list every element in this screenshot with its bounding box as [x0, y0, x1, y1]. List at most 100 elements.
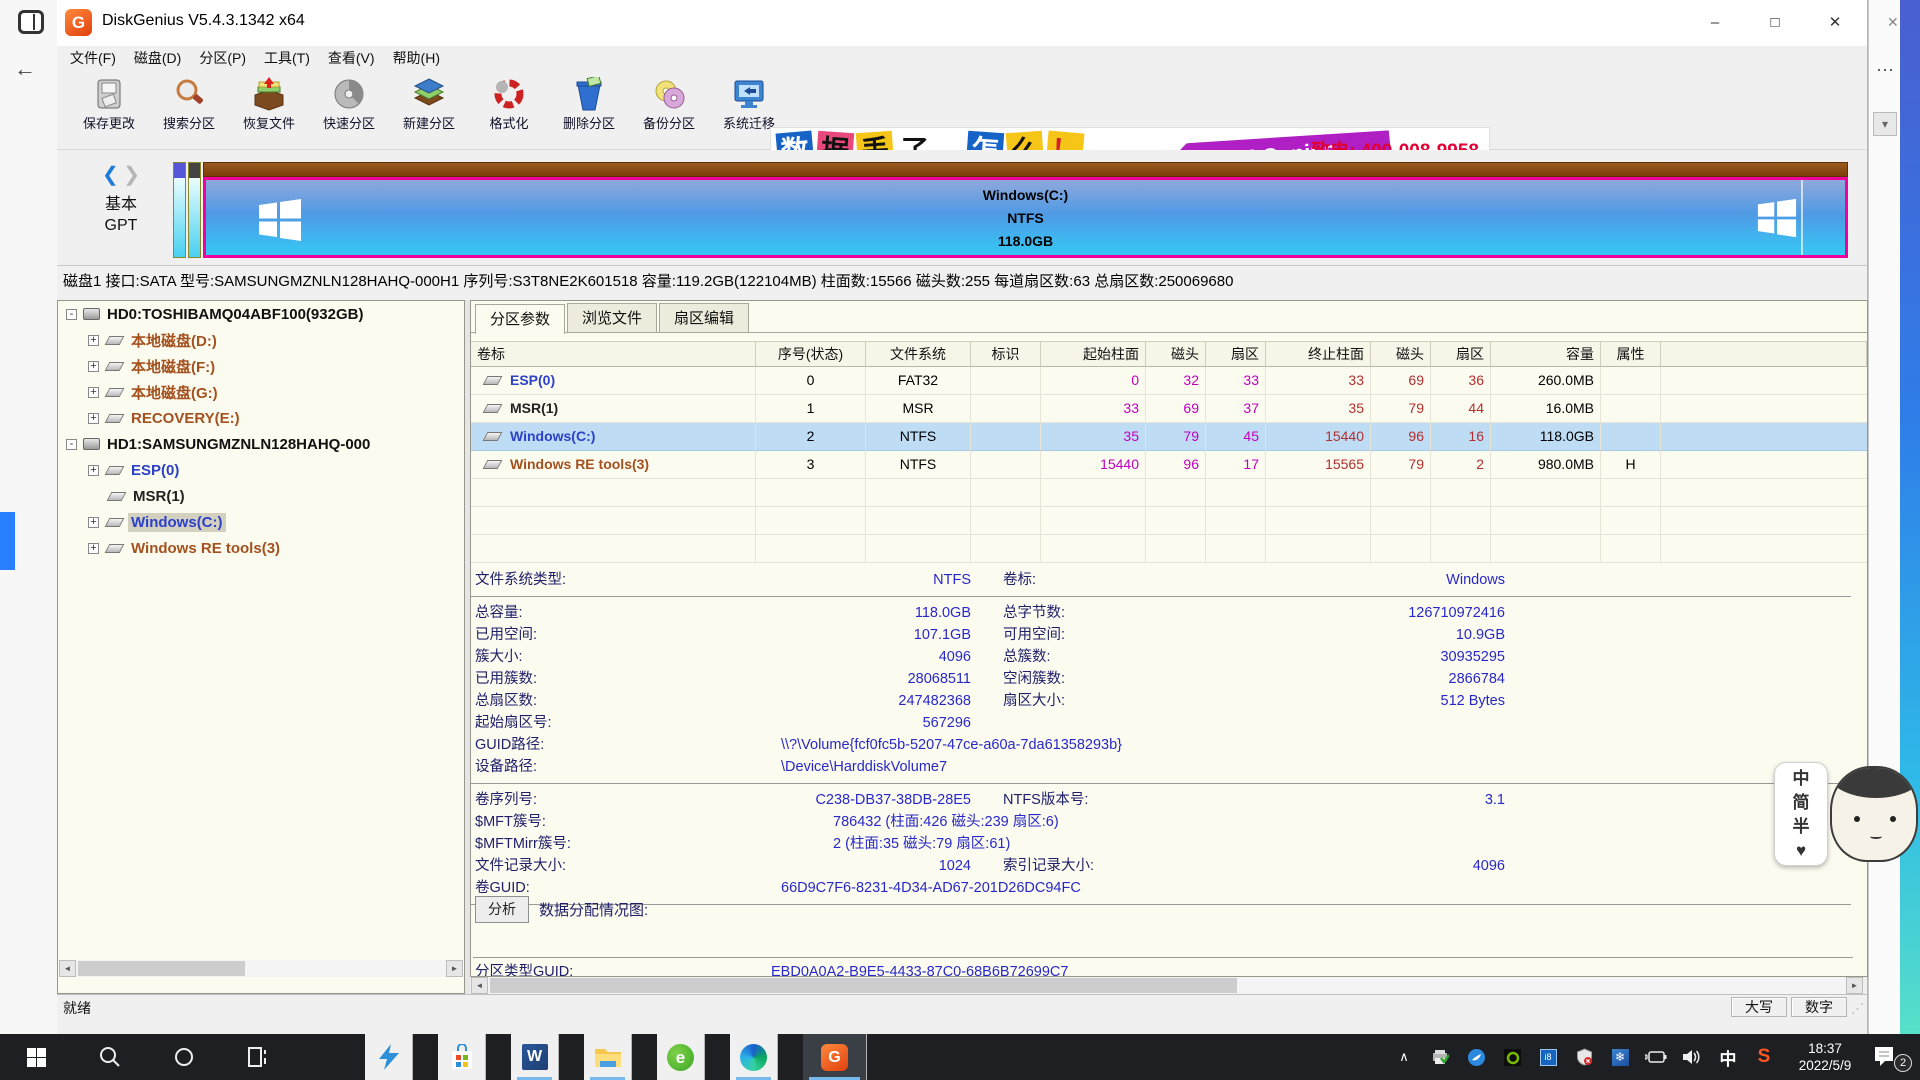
expand-icon[interactable]: +	[88, 543, 99, 554]
partition-icon	[483, 460, 503, 469]
tree-item-local-f[interactable]: + 本地磁盘(F:)	[58, 353, 464, 379]
quick-partition-button[interactable]: 快速分区	[309, 75, 389, 147]
expand-icon[interactable]: +	[88, 517, 99, 528]
menu-partition[interactable]: 分区(P)	[190, 46, 255, 71]
volume-icon[interactable]	[1674, 1034, 1710, 1080]
security-shield-icon[interactable]	[1566, 1034, 1602, 1080]
divider	[471, 778, 1851, 784]
taskbar-clock[interactable]: 18:37 2022/5/9	[1782, 1040, 1868, 1074]
menu-disk[interactable]: 磁盘(D)	[125, 46, 190, 71]
ime-toolbar[interactable]: 中 简 半 ♥	[1774, 762, 1828, 866]
bg-close-icon[interactable]: ✕	[1887, 14, 1899, 31]
sogou-icon[interactable]: S	[1746, 1034, 1782, 1080]
esp-partition-strip[interactable]	[173, 162, 186, 258]
expand-icon[interactable]: +	[88, 335, 99, 346]
save-changes-button[interactable]: 保存更改	[69, 75, 149, 147]
cortana-button[interactable]	[160, 1034, 208, 1080]
partition-icon	[105, 414, 125, 423]
collapse-icon[interactable]: -	[66, 309, 77, 320]
task-view-button[interactable]	[234, 1034, 282, 1080]
tab-browse-files[interactable]: 浏览文件	[567, 303, 657, 332]
resize-grip[interactable]: ⋰	[1851, 1001, 1864, 1017]
tab-sector-edit[interactable]: 扇区编辑	[659, 303, 749, 332]
close-button[interactable]: ✕	[1805, 0, 1865, 46]
table-row-windows-c[interactable]: Windows(C:) 2 NTFS 35 79 45 15440 96 16 …	[471, 423, 1867, 451]
ime-mode-cn[interactable]: 中	[1775, 767, 1827, 791]
dropdown-icon[interactable]: ▾	[1873, 112, 1897, 136]
tree-item-hd1[interactable]: - HD1:SAMSUNGMZNLN128HAHQ-000	[58, 431, 464, 457]
ime-float-widget[interactable]: 中 简 半 ♥	[1770, 758, 1920, 873]
analyze-button[interactable]: 分析	[475, 896, 529, 923]
expand-icon[interactable]: +	[88, 387, 99, 398]
ime-indicator[interactable]: 中	[1710, 1034, 1746, 1080]
numlock-indicator: 数字	[1791, 997, 1847, 1017]
scroll-right-icon[interactable]: ►	[446, 960, 463, 977]
taskbar-word-app[interactable]: W	[511, 1034, 559, 1080]
search-partition-button[interactable]: 搜索分区	[149, 75, 229, 147]
printer-tray-icon[interactable]	[1422, 1034, 1458, 1080]
scroll-left-icon[interactable]: ◄	[59, 960, 76, 977]
minimize-button[interactable]: –	[1685, 0, 1745, 46]
snowflake-tray-icon[interactable]: ❄	[1602, 1034, 1638, 1080]
prev-disk-icon[interactable]: ❮	[102, 164, 119, 186]
format-button[interactable]: 格式化	[469, 75, 549, 147]
taskbar-360browser-app[interactable]: e	[657, 1034, 705, 1080]
tray-expand-icon[interactable]: ∧	[1386, 1034, 1422, 1080]
delete-partition-button[interactable]: 删除分区	[549, 75, 629, 147]
pane-horizontal-scrollbar[interactable]: ◄ ►	[471, 977, 1863, 994]
scroll-thumb[interactable]	[78, 961, 245, 976]
taskbar-edge-app[interactable]	[730, 1034, 778, 1080]
window-title: DiskGenius V5.4.3.1342 x64	[102, 12, 305, 30]
tree-item-local-g[interactable]: + 本地磁盘(G:)	[58, 379, 464, 405]
taskbar-diskgenius-app[interactable]: G	[803, 1034, 867, 1080]
tree-item-local-d[interactable]: + 本地磁盘(D:)	[58, 327, 464, 353]
tree-item-esp[interactable]: + ESP(0)	[58, 457, 464, 483]
menu-help[interactable]: 帮助(H)	[384, 46, 449, 71]
menu-view[interactable]: 查看(V)	[319, 46, 384, 71]
menu-file[interactable]: 文件(F)	[61, 46, 125, 71]
notification-center-button[interactable]: 2	[1868, 1034, 1920, 1080]
more-icon[interactable]: ⋯	[1876, 60, 1894, 81]
recover-files-button[interactable]: 恢复文件	[229, 75, 309, 147]
new-partition-button[interactable]: 新建分区	[389, 75, 469, 147]
start-button[interactable]	[12, 1034, 60, 1080]
power-tray-icon[interactable]	[1638, 1034, 1674, 1080]
taskbar-store-app[interactable]	[438, 1034, 486, 1080]
expand-icon[interactable]: +	[88, 465, 99, 476]
expand-icon[interactable]: +	[88, 361, 99, 372]
disk-icon	[83, 438, 100, 450]
tree-item-msr[interactable]: MSR(1)	[58, 483, 464, 509]
scroll-thumb[interactable]	[490, 978, 1237, 993]
backup-partition-button[interactable]: 备份分区	[629, 75, 709, 147]
scroll-left-icon[interactable]: ◄	[471, 977, 488, 994]
nvidia-tray-icon[interactable]	[1494, 1034, 1530, 1080]
expand-icon[interactable]: +	[88, 413, 99, 424]
taskbar-explorer-app[interactable]	[584, 1034, 632, 1080]
windows-c-partition-box[interactable]: Windows(C:) NTFS 118.0GB	[203, 177, 1848, 258]
partition-detail-pane: 分区参数 浏览文件 扇区编辑 卷标 序号(状态) 文件系统 标识 起始柱面 磁头…	[470, 300, 1868, 977]
heart-icon[interactable]: ♥	[1775, 839, 1827, 863]
table-row-windows-re[interactable]: Windows RE tools(3) 3 NTFS 15440 96 17 1…	[471, 451, 1867, 479]
menu-tools[interactable]: 工具(T)	[255, 46, 319, 71]
bird-tray-icon[interactable]	[1458, 1034, 1494, 1080]
table-row-esp[interactable]: ESP(0) 0 FAT32 0 32 33 33 69 36 260.0MB	[471, 367, 1867, 395]
disk-tree: - HD0:TOSHIBAMQ04ABF100(932GB) + 本地磁盘(D:…	[57, 300, 465, 994]
tree-item-hd0[interactable]: - HD0:TOSHIBAMQ04ABF100(932GB)	[58, 301, 464, 327]
tree-horizontal-scrollbar[interactable]: ◄ ►	[59, 960, 463, 977]
msr-partition-strip[interactable]	[188, 162, 201, 258]
next-disk-icon[interactable]: ❯	[123, 164, 140, 186]
ime-mode-halfwidth[interactable]: 半	[1775, 815, 1827, 839]
scroll-right-icon[interactable]: ►	[1846, 977, 1863, 994]
maximize-button[interactable]: □	[1745, 0, 1805, 46]
back-arrow-icon[interactable]: ←	[14, 56, 36, 82]
collapse-icon[interactable]: -	[66, 439, 77, 450]
tree-item-windows-c[interactable]: + Windows(C:)	[58, 509, 464, 535]
tree-item-windows-re[interactable]: + Windows RE tools(3)	[58, 535, 464, 561]
ime-mode-simplified[interactable]: 简	[1775, 791, 1827, 815]
intel-tray-icon[interactable]: i8	[1530, 1034, 1566, 1080]
tab-partition-params[interactable]: 分区参数	[475, 304, 565, 334]
taskbar-search-button[interactable]	[86, 1034, 134, 1080]
taskbar-flash-app[interactable]	[365, 1034, 413, 1080]
tree-item-recovery-e[interactable]: + RECOVERY(E:)	[58, 405, 464, 431]
table-row-msr[interactable]: MSR(1) 1 MSR 33 69 37 35 79 44 16.0MB	[471, 395, 1867, 423]
